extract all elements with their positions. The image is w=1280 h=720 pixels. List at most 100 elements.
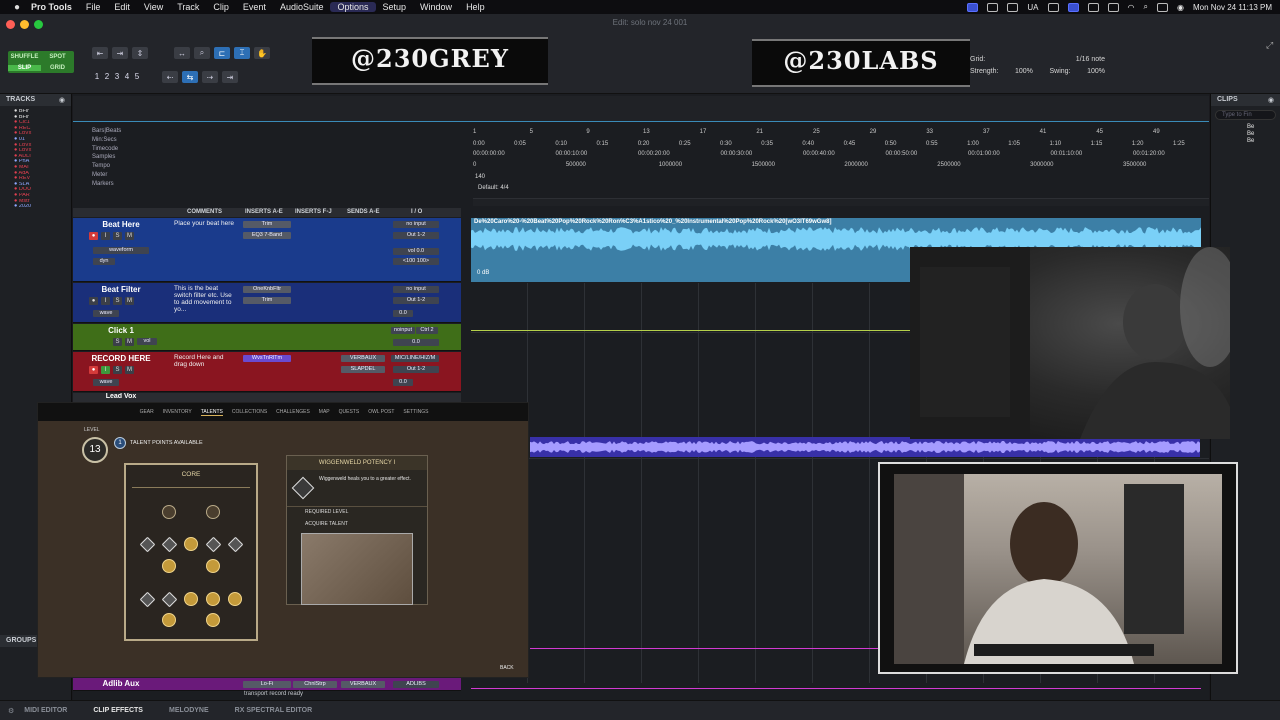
track-beat-here[interactable]: Beat Here ● I S M waveform dyn Place you… [73,218,461,282]
pan-value[interactable]: <100 100> [393,258,439,265]
insert-slot-b[interactable]: Trim [243,297,291,304]
mute-button[interactable]: M [125,297,134,305]
playlist-lane-lead-vox[interactable] [471,437,1209,459]
selector-tool-icon[interactable]: ⌶ [234,47,250,59]
tab-rx-spectral-editor[interactable]: RX SPECTRAL EDITOR [235,707,313,714]
send-slot-b[interactable]: SLAPDEL [341,366,385,373]
talent-node[interactable] [139,591,156,608]
track-name[interactable]: Click 1 [81,326,161,335]
zoom-in-horizontal-icon[interactable]: ⇥ [112,47,128,59]
clock[interactable]: Mon Nov 24 11:13 PM [1193,3,1272,12]
menu-file[interactable]: File [79,2,108,12]
clip-list-item[interactable]: Be [1247,131,1280,138]
menu-edit[interactable]: Edit [107,2,137,12]
zoom-preset-1[interactable]: 1 [92,72,102,81]
zoomer-tool-icon[interactable]: ↔ [174,47,190,59]
track-comment[interactable]: Place your beat here [174,220,236,227]
game-tab[interactable]: COLLECTIONS [232,409,267,415]
zoom-preset-3[interactable]: 3 [112,72,122,81]
settings-icon[interactable] [1007,2,1019,12]
talent-node[interactable] [162,505,176,519]
game-tab[interactable]: GEAR [140,409,154,415]
send-slot-a[interactable]: VERBAUX [341,681,385,688]
track-name[interactable]: Beat Here [81,220,161,229]
insert-slot-a[interactable]: WvsTnRlTm [243,355,291,362]
record-enable-button[interactable]: ● [89,366,98,374]
game-tab[interactable]: INVENTORY [163,409,192,415]
nudge-back-icon[interactable]: ⇠ [162,71,178,83]
game-tab[interactable]: SETTINGS [403,409,428,415]
trim-tool-icon[interactable]: ⊏ [214,47,230,59]
expand-toolbar-icon[interactable]: ⤢ [1266,40,1273,51]
meter-value[interactable]: Default: 4/4 [478,185,509,191]
talent-node[interactable] [206,559,220,573]
apple-menu-icon[interactable]: ● [10,2,24,13]
record-enable-button[interactable]: ● [89,297,98,305]
output-selector[interactable]: Out 1-2 [393,232,439,239]
swing-value[interactable]: 100% [1087,68,1105,75]
game-tab[interactable]: OWL POST [368,409,394,415]
close-window-button[interactable] [6,20,15,29]
insert-slot-b[interactable]: ChnlStrp [293,681,337,688]
talent-node[interactable] [184,537,198,551]
zoom-out-horizontal-icon[interactable]: ⇤ [92,47,108,59]
display-icon[interactable] [1047,2,1059,12]
track-comment[interactable]: This is the beat switch filter etc. Use … [174,285,236,313]
solo-button[interactable]: S [113,297,122,305]
markers-ruler[interactable] [473,198,1209,206]
talent-node[interactable] [161,536,178,553]
tempo-value[interactable]: 140 [475,174,485,180]
volume-value[interactable]: 0.0 [393,310,413,317]
clip-list-item[interactable]: Be [1247,124,1280,131]
solo-button[interactable]: S [113,366,122,374]
game-tab[interactable]: QUESTS [339,409,360,415]
strength-value[interactable]: 100% [1015,68,1033,75]
clips-search-input[interactable]: Type to Fin [1215,110,1276,120]
mode-shuffle[interactable]: SHUFFLE [8,54,41,60]
input-monitor-button[interactable]: I [101,297,110,305]
wifi-icon[interactable]: ◠ [1128,3,1135,12]
track-click-1[interactable]: Click 1 S M vol noinput Ctrl 2 0.0 [73,324,461,351]
menu-setup[interactable]: Setup [376,2,414,12]
talent-node[interactable] [227,536,244,553]
tab-midi-editor[interactable]: MIDI EDITOR [24,707,67,714]
talent-node[interactable] [161,591,178,608]
track-view-selector[interactable]: wave [93,379,119,386]
track-beat-filter[interactable]: Beat Filter ● I S M wave This is the bea… [73,283,461,323]
track-sub-selector[interactable]: dyn [93,258,115,265]
mute-button[interactable]: M [125,338,134,346]
control-center-icon[interactable] [1157,2,1168,12]
menu-clip[interactable]: Clip [206,2,236,12]
clip-list-item[interactable]: Be [1247,138,1280,145]
grid-value[interactable]: 1/16 note [1076,56,1105,63]
talent-node[interactable] [228,592,242,606]
menu-audiosuite[interactable]: AudioSuite [273,2,331,12]
input-monitor-button[interactable]: I [101,366,110,374]
talent-node[interactable] [139,536,156,553]
menu-window[interactable]: Window [413,2,459,12]
game-tab[interactable]: CHALLENGES [276,409,310,415]
link-icon[interactable]: ⇆ [182,71,198,83]
mode-spot[interactable]: SPOT [41,54,74,60]
talent-node[interactable] [205,536,222,553]
tab-clip-effects[interactable]: CLIP EFFECTS [93,707,143,714]
keyboard-icon[interactable] [1107,2,1119,12]
siri-icon[interactable]: ◉ [1177,3,1184,12]
search-icon[interactable]: ⌕ [1144,2,1148,12]
talent-node[interactable] [162,559,176,573]
zoom-preset-2[interactable]: 2 [102,72,112,81]
game-back-button[interactable]: BACK [500,665,514,671]
clips-panel-menu-icon[interactable]: ◉ [1268,96,1274,104]
talent-node[interactable] [206,613,220,627]
insert-slot-b[interactable]: EQ3 7-Band [243,232,291,239]
horizontal-overview-bar[interactable] [73,96,1209,122]
input-selector[interactable]: noinput [391,327,415,334]
talent-node[interactable] [206,592,220,606]
tab-melodyne[interactable]: MELODYNE [169,707,209,714]
output-selector[interactable]: Ctrl 2 [416,327,438,334]
insert-slot-a[interactable]: OneKnbFltr [243,286,291,293]
talent-node[interactable] [206,505,220,519]
game-tab[interactable]: TALENTS [200,409,223,416]
send-slot-a[interactable]: VERBAUX [341,355,385,362]
track-name[interactable]: RECORD HERE [81,354,161,363]
